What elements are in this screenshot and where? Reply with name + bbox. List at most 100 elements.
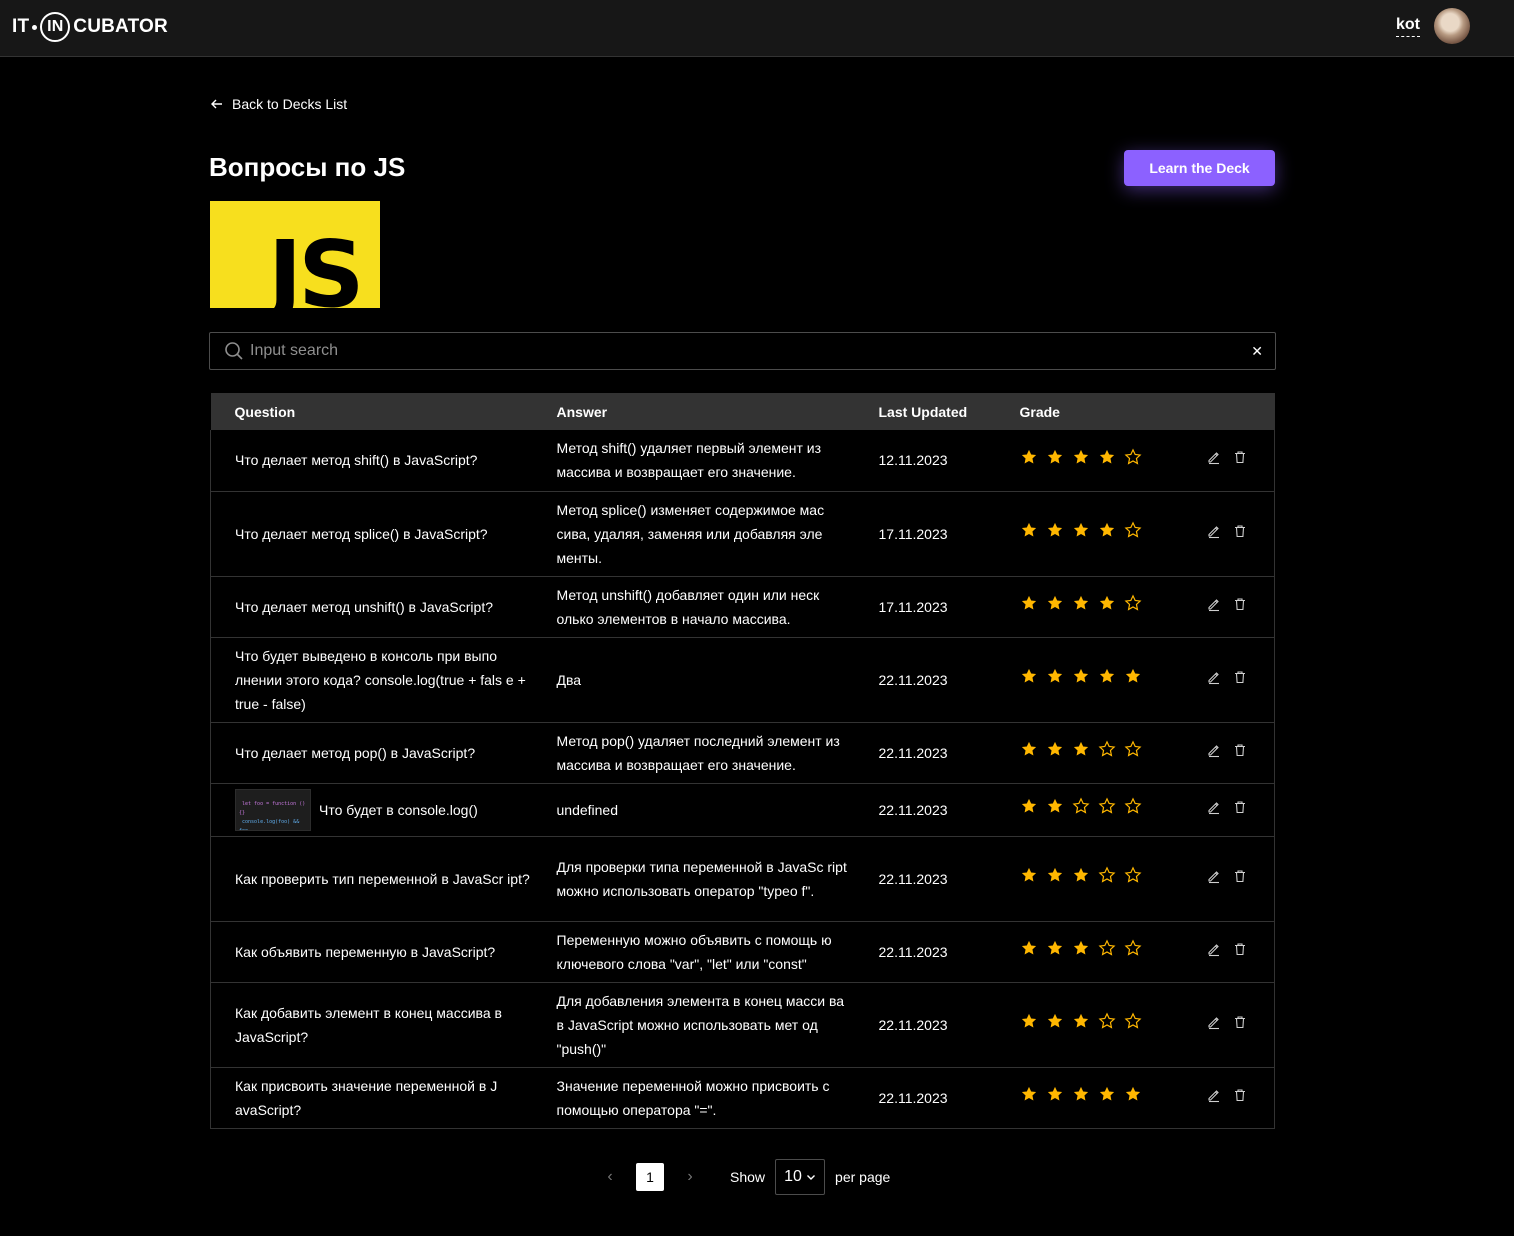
- question-cell: Что делает метод shift() в JavaScript?: [210, 430, 533, 492]
- updated-cell: 12.11.2023: [854, 430, 996, 492]
- search-field[interactable]: ✕: [209, 332, 1276, 370]
- answer-cell: Метод unshift() добавляет один или неск …: [532, 576, 855, 638]
- per-page-select[interactable]: 10: [775, 1159, 826, 1195]
- star-empty-icon: [1124, 866, 1142, 891]
- star-filled-icon: [1046, 1012, 1064, 1037]
- logo[interactable]: IT IN CUBATOR: [12, 12, 168, 42]
- user-name[interactable]: kot: [1396, 16, 1420, 37]
- edit-icon[interactable]: [1206, 1086, 1222, 1110]
- answer-text: Метод unshift() добавляет один или неск …: [556, 586, 820, 627]
- next-page-icon[interactable]: ›: [680, 1168, 700, 1186]
- answer-cell: Метод pop() удаляет последний элемент из…: [532, 722, 855, 784]
- edit-icon[interactable]: [1206, 448, 1222, 472]
- answer-text: Метод pop() удаляет последний элемент из…: [556, 732, 840, 773]
- grade-cell: [995, 783, 1166, 837]
- edit-icon[interactable]: [1206, 1013, 1222, 1037]
- table-header-row: Question Answer Last Updated Grade: [210, 393, 1275, 430]
- star-filled-icon: [1072, 594, 1090, 619]
- answer-text: Метод splice() изменяет содержимое мас с…: [556, 501, 825, 566]
- answer-text: Значение переменной можно присвоить с по…: [556, 1077, 830, 1118]
- grade-cell: [995, 722, 1166, 784]
- deck-cover-image: JS: [210, 201, 380, 308]
- answer-cell: Два: [532, 637, 855, 723]
- trash-icon[interactable]: [1232, 940, 1248, 964]
- star-filled-icon: [1046, 939, 1064, 964]
- star-filled-icon: [1046, 797, 1064, 822]
- edit-icon[interactable]: [1206, 940, 1222, 964]
- grade-cell: [995, 921, 1166, 983]
- grade-cell: [995, 637, 1166, 723]
- grade-stars: [1020, 521, 1166, 546]
- answer-cell: Значение переменной можно присвоить с по…: [532, 1067, 855, 1129]
- star-empty-icon: [1124, 939, 1142, 964]
- column-answer[interactable]: Answer: [533, 393, 855, 430]
- edit-icon[interactable]: [1206, 522, 1222, 546]
- answer-text: Два: [556, 671, 582, 688]
- grade-cell: [995, 491, 1166, 577]
- clear-search-icon[interactable]: ✕: [1251, 343, 1263, 360]
- star-filled-icon: [1124, 667, 1142, 692]
- show-label: Show: [730, 1169, 766, 1185]
- star-filled-icon: [1046, 1085, 1064, 1110]
- answer-text: Переменную можно объявить с помощь ю клю…: [556, 931, 832, 972]
- trash-icon[interactable]: [1232, 867, 1248, 891]
- back-to-decks-link[interactable]: Back to Decks List: [210, 96, 347, 112]
- trash-icon[interactable]: [1232, 1086, 1248, 1110]
- question-cell: Что будет выведено в консоль при выпо лн…: [210, 637, 533, 723]
- trash-icon[interactable]: [1232, 595, 1248, 619]
- table-row: Что будет выведено в консоль при выпо лн…: [210, 637, 1275, 723]
- edit-icon[interactable]: [1206, 668, 1222, 692]
- trash-icon[interactable]: [1232, 798, 1248, 822]
- actions-cell: [1165, 491, 1275, 577]
- column-last-updated[interactable]: Last Updated: [855, 393, 996, 430]
- edit-icon[interactable]: [1206, 798, 1222, 822]
- grade-stars: [1020, 1012, 1166, 1037]
- edit-icon[interactable]: [1206, 741, 1222, 765]
- pagination: ‹ 1 › Show 10 per page: [600, 1159, 890, 1195]
- column-question[interactable]: Question: [211, 393, 533, 430]
- column-grade[interactable]: Grade: [996, 393, 1166, 430]
- grade-stars: [1020, 448, 1166, 473]
- star-empty-icon: [1072, 797, 1090, 822]
- star-empty-icon: [1098, 797, 1116, 822]
- top-bar: IT IN CUBATOR kot: [0, 0, 1514, 57]
- trash-icon[interactable]: [1232, 522, 1248, 546]
- star-filled-icon: [1072, 1085, 1090, 1110]
- question-cell: Что делает метод splice() в JavaScript?: [210, 491, 533, 577]
- updated-cell: 22.11.2023: [854, 921, 996, 983]
- star-filled-icon: [1124, 1085, 1142, 1110]
- star-filled-icon: [1072, 939, 1090, 964]
- question-text: Как присвоить значение переменной в J av…: [235, 1077, 498, 1118]
- table-row: Что делает метод pop() в JavaScript? Мет…: [210, 722, 1275, 784]
- cards-table: Question Answer Last Updated Grade Что д…: [210, 393, 1275, 1129]
- star-filled-icon: [1020, 448, 1038, 473]
- grade-cell: [995, 1067, 1166, 1129]
- page-number-current[interactable]: 1: [636, 1163, 664, 1191]
- question-text: Что делает метод pop() в JavaScript?: [235, 744, 476, 761]
- answer-cell: Для добавления элемента в конец масси ва…: [532, 982, 855, 1068]
- star-filled-icon: [1098, 1085, 1116, 1110]
- edit-icon[interactable]: [1206, 595, 1222, 619]
- star-filled-icon: [1020, 521, 1038, 546]
- user-menu[interactable]: kot: [1396, 8, 1470, 44]
- trash-icon[interactable]: [1232, 668, 1248, 692]
- grade-cell: [995, 982, 1166, 1068]
- updated-cell: 17.11.2023: [854, 491, 996, 577]
- avatar[interactable]: [1434, 8, 1470, 44]
- trash-icon[interactable]: [1232, 741, 1248, 765]
- trash-icon[interactable]: [1232, 448, 1248, 472]
- star-filled-icon: [1020, 797, 1038, 822]
- prev-page-icon[interactable]: ‹: [600, 1168, 620, 1186]
- actions-cell: [1165, 982, 1275, 1068]
- search-input[interactable]: [250, 342, 1252, 360]
- edit-icon[interactable]: [1206, 867, 1222, 891]
- actions-cell: [1165, 783, 1275, 837]
- answer-cell: Метод splice() изменяет содержимое мас с…: [532, 491, 855, 577]
- actions-cell: [1165, 637, 1275, 723]
- question-cell: Как проверить тип переменной в JavaScr i…: [210, 836, 533, 922]
- answer-text: undefined: [556, 801, 619, 818]
- updated-cell: 22.11.2023: [854, 982, 996, 1068]
- learn-deck-button[interactable]: Learn the Deck: [1124, 150, 1275, 186]
- trash-icon[interactable]: [1232, 1013, 1248, 1037]
- updated-cell: 22.11.2023: [854, 783, 996, 837]
